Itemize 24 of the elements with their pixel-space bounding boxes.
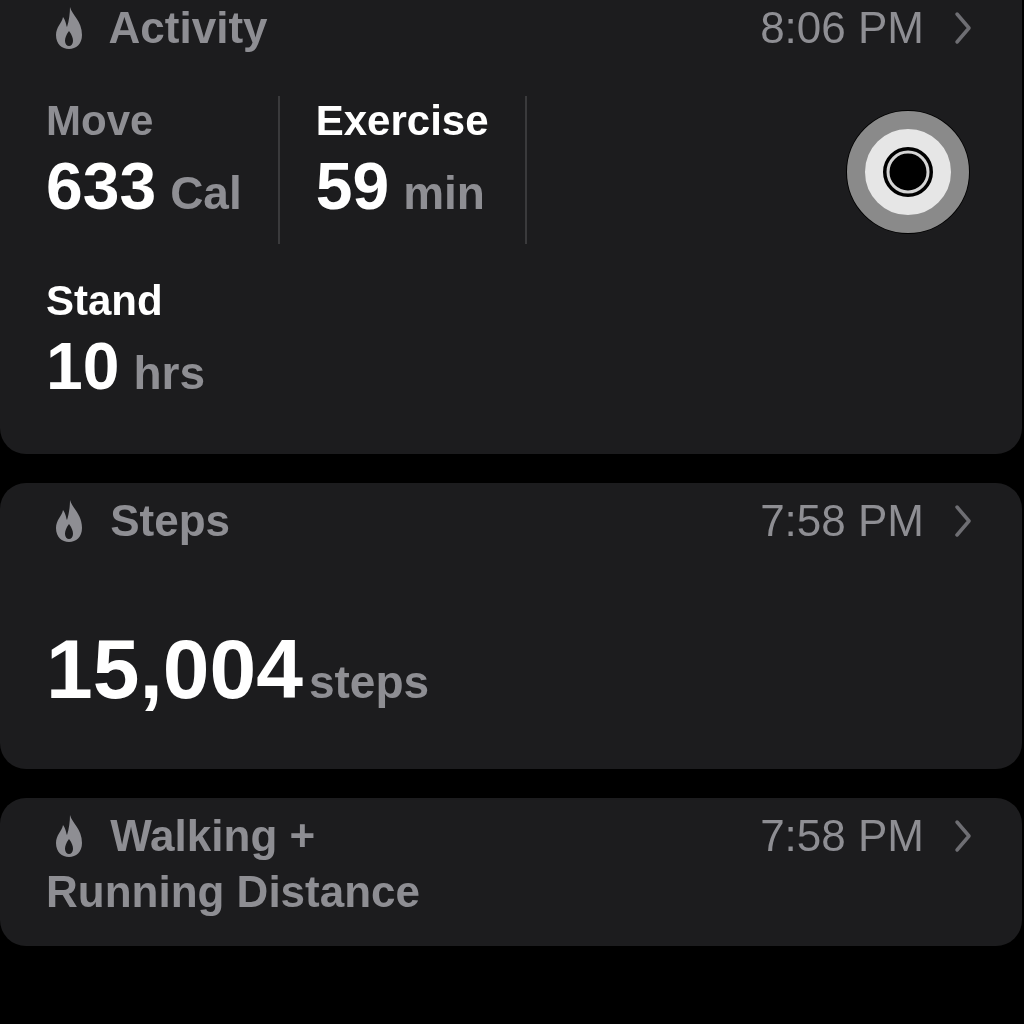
steps-unit: steps — [308, 656, 430, 708]
flame-icon — [54, 813, 84, 859]
metric-unit: min — [403, 167, 485, 219]
metric-value: 59 — [315, 149, 390, 223]
card-title: Walking + Running Distance — [46, 810, 422, 918]
metric-unit: hrs — [133, 347, 205, 399]
flame-icon — [54, 498, 84, 544]
metric-unit: Cal — [170, 167, 242, 219]
chevron-icon[interactable] — [954, 504, 972, 538]
chevron-icon[interactable] — [954, 11, 972, 45]
card-title: Activity — [46, 0, 268, 56]
metric-label: Stand — [46, 276, 164, 326]
timestamp: 7:58 PM — [760, 496, 924, 546]
metric-value: 10 — [46, 329, 120, 403]
timestamp: 7:58 PM — [760, 811, 924, 861]
card-title: Steps — [46, 493, 231, 549]
metric-label: Move — [46, 96, 155, 146]
steps-value: 15,004 — [46, 622, 303, 716]
metric-value: 633 — [46, 149, 157, 223]
flame-icon — [54, 5, 84, 51]
timestamp: 8:06 PM — [760, 3, 924, 53]
metric-label: Exercise — [315, 96, 489, 146]
chevron-icon[interactable] — [954, 819, 972, 853]
activity-rings-icon — [844, 108, 972, 236]
